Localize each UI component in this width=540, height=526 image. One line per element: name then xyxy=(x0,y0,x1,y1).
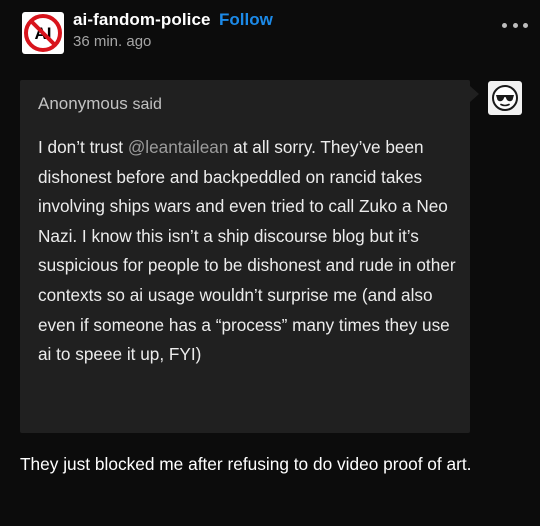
post-timestamp[interactable]: 36 min. ago xyxy=(73,33,151,50)
ask-question: I don’t trust @leantailean at all sorry.… xyxy=(38,133,462,370)
question-text-end: at all sorry. They’ve been dishonest bef… xyxy=(38,137,456,365)
asker-line: Anonymous said xyxy=(38,94,162,114)
no-ai-icon: AI xyxy=(24,14,62,52)
anonymous-sunglasses-icon xyxy=(492,85,518,111)
answer-text: They just blocked me after refusing to d… xyxy=(20,454,472,474)
mention-link[interactable]: @leantailean xyxy=(128,137,229,157)
post-header: AI ai-fandom-police Follow 36 min. ago xyxy=(18,9,528,57)
ellipsis-dot xyxy=(502,22,507,28)
ask-box: Anonymous said I don’t trust @leantailea… xyxy=(20,80,470,433)
question-text-start: I don’t trust xyxy=(38,137,128,157)
asker-name: Anonymous xyxy=(38,94,128,113)
anonymous-avatar xyxy=(488,81,522,115)
blog-avatar[interactable]: AI xyxy=(22,12,64,54)
asker-said: said xyxy=(132,96,162,113)
follow-button[interactable]: Follow xyxy=(219,10,273,30)
ellipsis-icon[interactable] xyxy=(502,17,528,33)
ellipsis-dot xyxy=(523,22,528,28)
blog-name[interactable]: ai-fandom-police xyxy=(73,10,211,30)
ellipsis-dot xyxy=(512,22,518,28)
ask-bubble-tail xyxy=(470,86,479,102)
